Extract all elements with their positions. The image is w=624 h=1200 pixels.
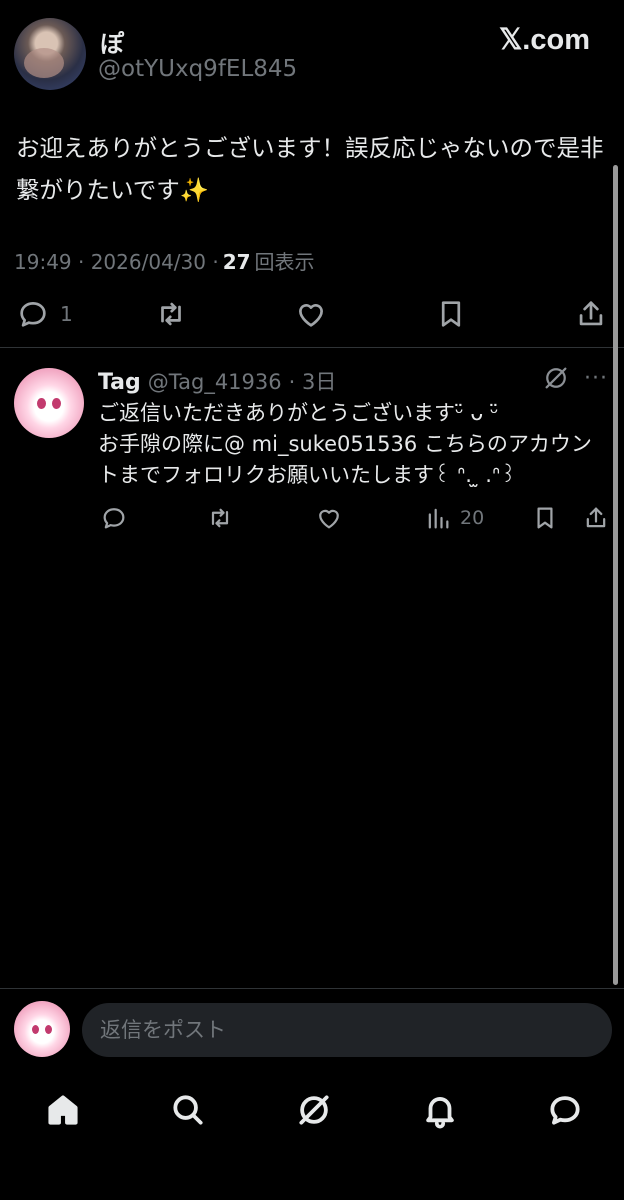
reply-button[interactable]: 1 [16,290,73,338]
messages-icon [550,1096,580,1125]
reply-icon [103,508,125,529]
bottom-nav [0,1070,624,1200]
tweet-actions: 1 [0,290,624,338]
bookmark-icon [537,507,553,529]
reply-author-avatar[interactable] [14,368,84,438]
nav-search[interactable] [166,1088,210,1132]
like-button[interactable] [294,290,328,338]
bookmark-button[interactable] [434,290,468,338]
nav-home[interactable] [41,1088,85,1132]
retweet-button[interactable] [154,290,188,338]
scrollbar[interactable] [613,165,618,985]
reply-actions: 20 [0,498,624,538]
author-handle[interactable]: @otYUxq9fEL845 [98,56,297,82]
reply-time: · 3日 [288,370,337,394]
x-logo: 𝕏.com [498,24,590,56]
grok-icon[interactable] [542,364,570,392]
reply-icon [20,302,46,327]
nav-grok[interactable] [292,1088,336,1132]
notifications-icon [426,1097,454,1129]
reply-like-button[interactable] [315,498,343,538]
tweet-text: お迎えありがとうございます！誤反応じゃないので是非繋がりたいです✨ [16,134,604,204]
view-count: 27 [222,250,251,274]
reply-reply-button[interactable] [100,498,128,538]
retweet-icon [211,508,229,528]
bookmark-icon [441,301,461,327]
tweet-timestamp[interactable]: 19:49 · 2026/04/30 · [14,250,219,274]
reply-bookmark-button[interactable] [531,498,559,538]
tweet-meta: 19:49 · 2026/04/30 · 27 回表示 [14,246,315,275]
reply-text: ご返信いただきありがとうございますᵕ̈ ᴗ ᵕ̈ お手隙の際に@ mi_suke… [98,398,608,491]
nav-messages[interactable] [543,1088,587,1132]
current-user-avatar[interactable] [14,1001,70,1057]
analytics-icon [428,508,449,529]
reply-input[interactable] [82,1003,612,1057]
home-icon [48,1095,78,1125]
retweet-icon [161,302,181,326]
more-options-icon[interactable]: ··· [584,366,608,391]
view-label: 回表示 [254,250,315,274]
reply-text-line2: お手隙の際に@ mi_suke051536 こちらのアカウントまでフォロリクお願… [98,432,592,487]
reply-views-button[interactable]: 20 [424,498,484,538]
share-icon [579,301,603,326]
reply-text-line1: ご返信いただきありがとうございますᵕ̈ ᴗ ᵕ̈ [98,401,499,425]
heart-icon [299,304,323,327]
search-icon [173,1095,203,1125]
reply-header: Tag @Tag_41936 · 3日 [98,366,336,396]
author-display-name[interactable]: ぽ [100,24,124,59]
reply-author-handle[interactable]: @Tag_41936 [148,370,282,394]
share-button[interactable] [574,290,608,338]
reply-count: 1 [60,302,73,326]
heart-icon [319,509,339,529]
reply-composer [0,988,624,1070]
reply-retweet-button[interactable] [206,498,234,538]
share-icon [586,507,606,528]
reply-share-button[interactable] [582,498,610,538]
reply-author-name[interactable]: Tag [98,370,141,395]
grok-icon [299,1095,329,1125]
author-avatar[interactable] [14,18,86,90]
reply-view-count: 20 [460,507,485,529]
nav-notifications[interactable] [418,1088,462,1132]
main-tweet: ぽ @otYUxq9fEL845 𝕏.com お迎えありがとうございます！誤反応… [0,0,624,348]
